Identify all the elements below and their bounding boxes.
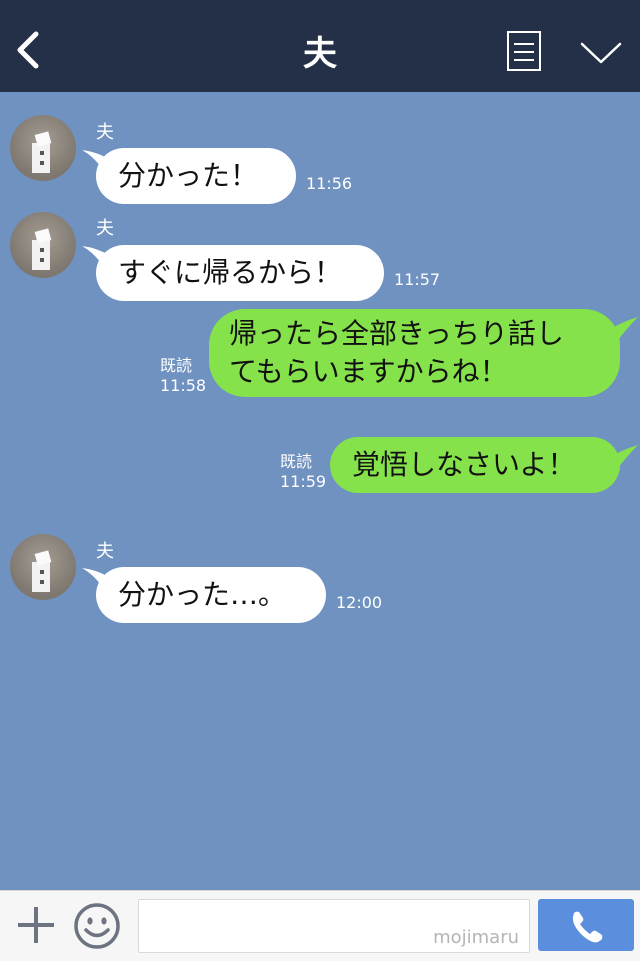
avatar[interactable] (10, 534, 76, 600)
message-bubble[interactable]: 分かった！ (96, 148, 296, 204)
message-line: てもらいますからね！ (229, 355, 508, 388)
bubble-tail (610, 445, 638, 471)
message-bubble[interactable]: すぐに帰るから！ (96, 245, 384, 301)
avatar-icon (32, 550, 52, 592)
chat-header: 夫 (0, 0, 640, 92)
read-receipt: 既読 (160, 356, 193, 375)
message-time: 12:00 (336, 593, 383, 612)
message-time: 11:56 (306, 174, 353, 193)
plus-icon (18, 907, 54, 943)
call-button[interactable] (538, 899, 634, 951)
avatar-icon (32, 228, 52, 270)
sender-name: 夫 (96, 541, 114, 562)
add-button[interactable] (14, 903, 58, 947)
avatar[interactable] (10, 115, 76, 181)
avatar[interactable] (10, 212, 76, 278)
message-line: 帰ったら全部きっちり話し (229, 317, 564, 350)
sender-name: 夫 (96, 122, 114, 143)
chat-area[interactable]: 夫 分かった！ 11:56 夫 すぐに帰るから！ 11:57 既読 11:58 … (0, 92, 640, 890)
message-time: 11:57 (394, 270, 441, 289)
avatar-icon (32, 131, 52, 173)
message-time: 11:58 (160, 376, 207, 395)
note-button[interactable] (504, 30, 544, 74)
input-bar: mojimaru (0, 890, 640, 961)
menu-dropdown-button[interactable] (576, 32, 626, 72)
chat-title: 夫 (303, 34, 337, 74)
phone-icon (572, 911, 603, 943)
note-icon (507, 31, 541, 71)
message-input[interactable]: mojimaru (138, 899, 530, 953)
read-receipt: 既読 (280, 452, 313, 471)
bubble-tail (610, 317, 638, 343)
message-bubble[interactable]: 分かった…。 (96, 567, 326, 623)
watermark: mojimaru (433, 927, 519, 948)
message-bubble[interactable]: 帰ったら全部きっちり話し てもらいますからね！ (209, 309, 620, 397)
message-time: 11:59 (280, 472, 327, 491)
sender-name: 夫 (96, 218, 114, 239)
emoji-icon (74, 903, 120, 949)
message-bubble[interactable]: 覚悟しなさいよ！ (330, 437, 620, 493)
chevron-down-icon (580, 42, 622, 64)
emoji-button[interactable] (72, 901, 122, 951)
